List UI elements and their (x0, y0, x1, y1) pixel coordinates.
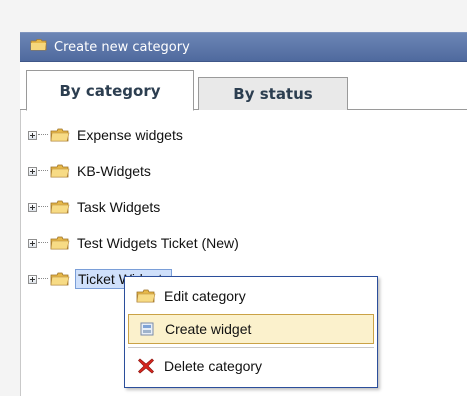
menu-item-label: Edit category (164, 288, 246, 304)
folder-icon (50, 163, 70, 179)
context-menu: Edit category Create widget Delete categ… (124, 276, 378, 388)
tree-line (38, 134, 48, 136)
folder-icon (128, 288, 164, 304)
tree-item[interactable]: Test Widgets Ticket (New) (28, 232, 241, 254)
create-category-header[interactable]: Create new category (20, 32, 467, 62)
tree-line (38, 278, 48, 280)
expand-icon[interactable] (28, 166, 37, 176)
expand-icon[interactable] (28, 238, 37, 248)
tab-bar: By category By status (20, 62, 467, 111)
tree-item[interactable]: KB-Widgets (28, 160, 153, 182)
tree-line (38, 242, 48, 244)
expand-icon[interactable] (28, 274, 37, 284)
tree-item-label: Expense widgets (77, 127, 183, 143)
tree-item-label: Task Widgets (77, 199, 161, 215)
menu-separator (128, 347, 374, 348)
folder-icon (50, 235, 70, 251)
expand-icon[interactable] (28, 130, 37, 140)
folder-icon (50, 127, 70, 143)
menu-item-create-widget[interactable]: Create widget (128, 314, 374, 344)
tree-line (38, 206, 48, 208)
tab-by-status[interactable]: By status (198, 77, 348, 110)
tree-item[interactable]: Task Widgets (28, 196, 162, 218)
folder-icon (50, 199, 70, 215)
tab-by-category[interactable]: By category (26, 70, 194, 111)
tree-item[interactable]: Expense widgets (28, 124, 185, 146)
folder-icon (30, 38, 48, 56)
menu-item-label: Delete category (164, 358, 263, 374)
menu-item-edit-category[interactable]: Edit category (128, 281, 374, 311)
tree-item-label: KB-Widgets (77, 163, 151, 179)
header-title: Create new category (54, 39, 190, 55)
folder-icon (50, 271, 70, 287)
tree-item-label: Test Widgets Ticket (New) (77, 235, 239, 251)
tree-line (38, 170, 48, 172)
expand-icon[interactable] (28, 202, 37, 212)
menu-item-label: Create widget (165, 321, 252, 337)
delete-icon (128, 357, 164, 375)
menu-item-delete-category[interactable]: Delete category (128, 351, 374, 381)
widget-icon (129, 322, 165, 336)
